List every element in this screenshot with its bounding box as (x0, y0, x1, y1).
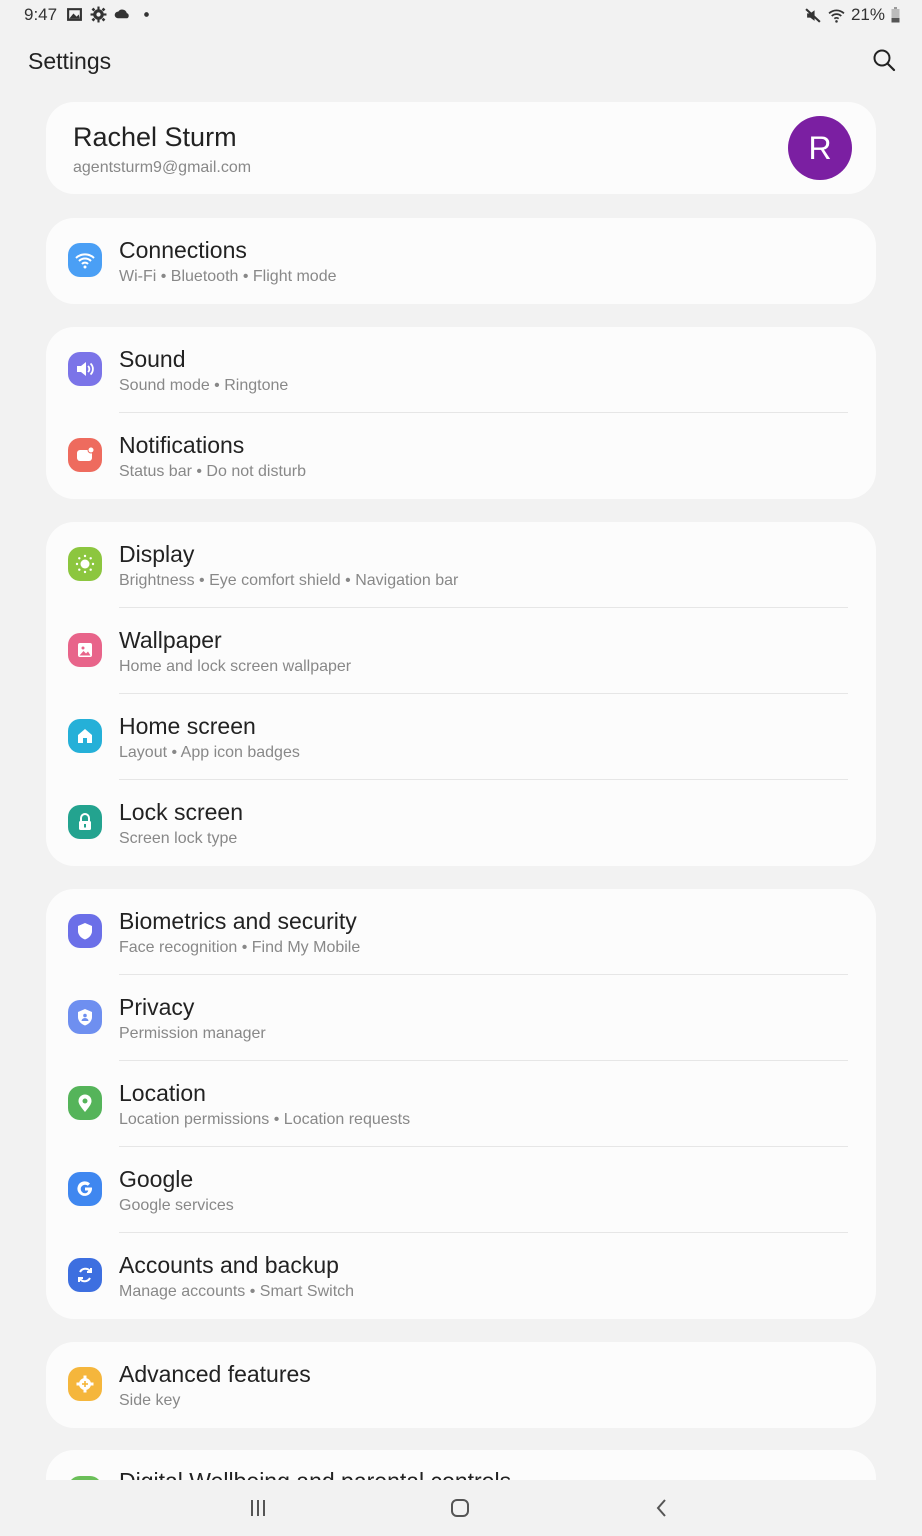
settings-item-subtitle: Sound mode • Ringtone (119, 377, 289, 394)
battery-percent: 21% (850, 5, 885, 24)
wifi-icon (828, 9, 845, 23)
recents-button[interactable] (238, 1494, 278, 1522)
dot-icon (144, 12, 149, 17)
settings-item-subtitle: Home and lock screen wallpaper (119, 658, 352, 675)
settings-item-display[interactable]: Display Brightness • Eye comfort shield … (46, 522, 876, 608)
app-header: Settings (0, 44, 922, 84)
google-icon (68, 1172, 102, 1206)
profile-name: Rachel Sturm (73, 122, 237, 152)
settings-item-connections[interactable]: Connections Wi-Fi • Bluetooth • Flight m… (46, 218, 876, 304)
volume-icon (68, 352, 102, 386)
settings-item-title: Sound (119, 346, 186, 372)
settings-item-sound[interactable]: Sound Sound mode • Ringtone (46, 327, 876, 413)
settings-item-title: Digital Wellbeing and parental controls (119, 1468, 511, 1480)
settings-item-title: Connections (119, 237, 247, 263)
image-icon (68, 633, 102, 667)
gear-plus-icon (68, 1367, 102, 1401)
profile-email: agentsturm9@gmail.com (73, 159, 252, 176)
settings-item-subtitle: Side key (119, 1392, 181, 1409)
settings-item-home-screen[interactable]: Home screen Layout • App icon badges (46, 694, 876, 780)
back-icon (656, 1499, 666, 1517)
settings-item-title: Notifications (119, 432, 245, 458)
settings-item-subtitle: Location permissions • Location requests (119, 1111, 411, 1128)
sync-icon (68, 1258, 102, 1292)
navigation-bar (0, 1480, 922, 1536)
settings-item-title: Display (119, 541, 195, 567)
settings-group-display: Display Brightness • Eye comfort shield … (46, 522, 876, 866)
search-icon[interactable] (870, 46, 898, 74)
settings-item-subtitle: Status bar • Do not disturb (119, 463, 307, 480)
settings-group-advanced: Advanced features Side key (46, 1342, 876, 1428)
shield-icon (68, 914, 102, 948)
settings-item-title: Google (119, 1166, 194, 1192)
settings-item-advanced-features[interactable]: Advanced features Side key (46, 1342, 876, 1428)
settings-item-title: Lock screen (119, 799, 244, 825)
settings-item-subtitle: Google services (119, 1197, 234, 1214)
settings-item-title: Location (119, 1080, 206, 1106)
avatar[interactable]: R (788, 116, 852, 180)
settings-item-subtitle: Brightness • Eye comfort shield • Naviga… (119, 572, 459, 589)
status-bar: 9:47 21% (0, 0, 922, 30)
gallery-icon (67, 8, 82, 21)
status-time: 9:47 (24, 5, 58, 24)
settings-item-lock-screen[interactable]: Lock screen Screen lock type (46, 780, 876, 866)
settings-item-title: Biometrics and security (119, 908, 357, 934)
lock-icon (68, 805, 102, 839)
settings-item-notifications[interactable]: Notifications Status bar • Do not distur… (46, 413, 876, 499)
recents-icon (251, 1500, 265, 1516)
settings-item-subtitle: Manage accounts • Smart Switch (119, 1283, 355, 1300)
settings-item-title: Wallpaper (119, 627, 222, 653)
settings-item-digital-wellbeing[interactable]: Digital Wellbeing and parental controls (46, 1450, 876, 1480)
settings-group-sound: Sound Sound mode • Ringtone Notification… (46, 327, 876, 499)
settings-item-title: Privacy (119, 994, 195, 1020)
battery-icon (891, 7, 900, 23)
settings-item-google[interactable]: Google Google services (46, 1147, 876, 1233)
page-title: Settings (28, 48, 112, 74)
settings-item-subtitle: Face recognition • Find My Mobile (119, 939, 361, 956)
gear-icon (90, 6, 107, 23)
settings-item-accounts-backup[interactable]: Accounts and backup Manage accounts • Sm… (46, 1233, 876, 1319)
settings-item-title: Advanced features (119, 1361, 311, 1387)
settings-item-biometrics[interactable]: Biometrics and security Face recognition… (46, 889, 876, 975)
settings-item-subtitle: Layout • App icon badges (119, 744, 300, 761)
home-icon (68, 719, 102, 753)
settings-item-subtitle: Screen lock type (119, 830, 238, 847)
settings-item-title: Accounts and backup (119, 1252, 339, 1278)
settings-group-security: Biometrics and security Face recognition… (46, 889, 876, 1319)
sun-icon (68, 547, 102, 581)
cloud-icon (114, 9, 129, 19)
settings-item-title: Home screen (119, 713, 256, 739)
notification-icon (68, 438, 102, 472)
settings-item-location[interactable]: Location Location permissions • Location… (46, 1061, 876, 1147)
home-button[interactable] (440, 1494, 480, 1522)
back-button[interactable] (642, 1494, 682, 1522)
location-pin-icon (68, 1086, 102, 1120)
settings-item-subtitle: Wi-Fi • Bluetooth • Flight mode (119, 268, 337, 285)
settings-item-wallpaper[interactable]: Wallpaper Home and lock screen wallpaper (46, 608, 876, 694)
wifi-icon (68, 243, 102, 277)
profile-card[interactable]: Rachel Sturm agentsturm9@gmail.com R (46, 102, 876, 194)
mute-icon (805, 7, 821, 23)
settings-group-connections: Connections Wi-Fi • Bluetooth • Flight m… (46, 218, 876, 304)
privacy-shield-icon (68, 1000, 102, 1034)
home-button-icon (451, 1499, 469, 1517)
settings-item-privacy[interactable]: Privacy Permission manager (46, 975, 876, 1061)
settings-item-subtitle: Permission manager (119, 1025, 266, 1042)
